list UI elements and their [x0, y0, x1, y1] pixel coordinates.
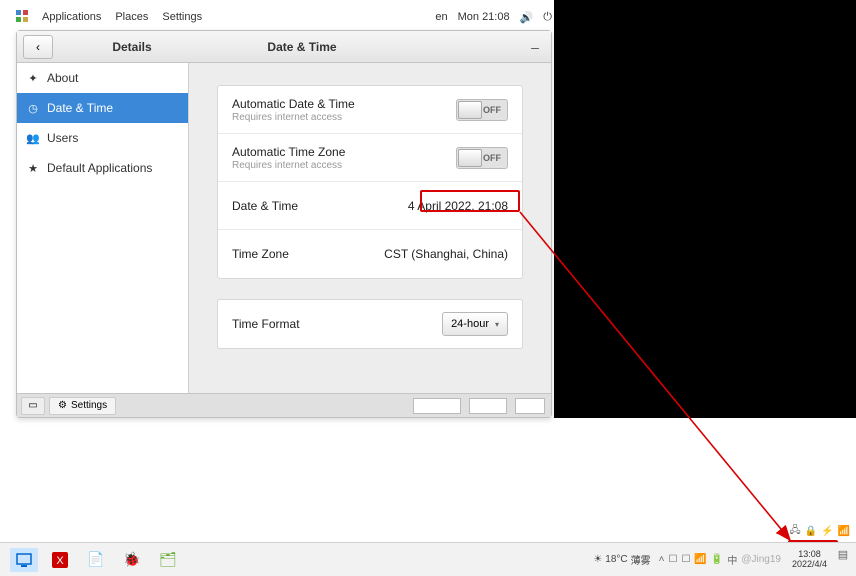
sidebar-item-label: Date & Time — [47, 101, 113, 115]
toggle-label: OFF — [483, 153, 501, 163]
taskbar-app-xshell[interactable]: X — [46, 548, 74, 572]
tray-watermark: @Jing19 — [741, 554, 781, 565]
tray-icon[interactable]: ☁ — [775, 526, 785, 537]
datetime-value: 4 April 2022, 21:08 — [408, 199, 508, 213]
weather-desc: 薄雾 — [631, 552, 651, 567]
clock[interactable]: Mon 21:08 — [458, 11, 510, 23]
time-format-dropdown[interactable]: 24-hour ▾ — [442, 312, 508, 336]
auto-datetime-toggle[interactable]: OFF — [456, 99, 508, 121]
row-auto-timezone[interactable]: Automatic Time Zone Requires internet ac… — [218, 134, 522, 182]
back-button[interactable]: ‹ — [23, 35, 53, 59]
volume-icon[interactable]: 🔊 — [520, 11, 534, 24]
tray-notifications-icon[interactable]: ▤ — [836, 548, 850, 572]
chevron-left-icon: ‹ — [36, 40, 40, 54]
dropdown-value: 24-hour — [451, 318, 489, 330]
desktop-background — [554, 0, 856, 418]
taskbar-app-green[interactable]: 🗂 — [154, 548, 182, 572]
footer-show-desktop-button[interactable]: ▭ — [21, 397, 45, 415]
sidebar-item-date-time[interactable]: ◷ Date & Time — [17, 93, 188, 123]
toggle-knob — [458, 101, 482, 119]
tray-wifi-icon[interactable]: 📶 — [694, 554, 706, 565]
users-icon: 👥 — [27, 132, 39, 144]
row-timezone[interactable]: Time Zone CST (Shanghai, China) — [218, 230, 522, 278]
menu-applications[interactable]: Applications — [42, 11, 101, 23]
row-time-format: Time Format 24-hour ▾ — [218, 300, 522, 348]
tray-clock[interactable]: 13:08 2022/4/4 — [787, 548, 832, 572]
taskbar-app-vm[interactable] — [10, 548, 38, 572]
format-panel: Time Format 24-hour ▾ — [217, 299, 523, 349]
about-icon: ✦ — [27, 72, 39, 84]
tray-clock-date: 2022/4/4 — [792, 560, 827, 570]
row-title: Time Format — [232, 317, 442, 331]
weather-icon: ☀ — [593, 554, 602, 565]
gear-icon: ⚙ — [58, 400, 67, 411]
tray-ime-icon[interactable]: 中 — [727, 552, 737, 567]
sidebar-item-default-apps[interactable]: ★ Default Applications — [17, 153, 188, 183]
row-subtitle: Requires internet access — [232, 112, 456, 123]
sidebar: ✦ About ◷ Date & Time 👥 Users ★ Default … — [17, 63, 189, 393]
content-pane: Automatic Date & Time Requires internet … — [189, 63, 551, 393]
gnome-topbar: Applications Places Settings en Mon 21:0… — [16, 10, 552, 24]
tray-icon[interactable]: ☐ — [681, 554, 690, 565]
tray-icons: ˄ ☐ ☐ 📶 🔋 中 @Jing19 — [659, 552, 781, 567]
svg-text:X: X — [56, 555, 64, 567]
row-auto-datetime[interactable]: Automatic Date & Time Requires internet … — [218, 86, 522, 134]
row-datetime[interactable]: Date & Time 4 April 2022, 21:08 — [218, 182, 522, 230]
menu-places[interactable]: Places — [115, 11, 148, 23]
row-title: Date & Time — [232, 199, 408, 213]
titlebar: ‹ Details Date & Time – — [17, 31, 551, 63]
auto-timezone-toggle[interactable]: OFF — [456, 147, 508, 169]
tray-icon[interactable]: 🔒 — [805, 526, 817, 537]
tray-chevron-up-icon[interactable]: ˄ — [659, 554, 665, 565]
tray-icon[interactable]: 🖧 — [789, 523, 800, 540]
footer-settings-tab[interactable]: ⚙ Settings — [49, 397, 116, 415]
tray-icon[interactable]: ⚡ — [821, 526, 833, 537]
tray-upper-row: ☁ 🖧 🔒 ⚡ 📶 — [775, 523, 850, 540]
sidebar-item-users[interactable]: 👥 Users — [17, 123, 188, 153]
sidebar-item-label: Users — [47, 131, 78, 145]
sidebar-item-label: Default Applications — [47, 161, 152, 175]
sidebar-item-about[interactable]: ✦ About — [17, 63, 188, 93]
window-footer: ▭ ⚙ Settings — [17, 393, 551, 417]
toggle-knob — [458, 149, 482, 167]
activities-icon — [16, 10, 28, 25]
row-title: Automatic Date & Time — [232, 97, 456, 111]
sidebar-item-label: About — [47, 71, 78, 85]
minimize-button[interactable]: – — [525, 37, 545, 57]
toggle-label: OFF — [483, 105, 501, 115]
settings-window: ‹ Details Date & Time – ✦ About ◷ Date &… — [16, 30, 552, 418]
row-subtitle: Requires internet access — [232, 160, 456, 171]
footer-box-1[interactable] — [413, 398, 461, 414]
row-title: Automatic Time Zone — [232, 145, 456, 159]
weather-temp: 18°C — [605, 554, 627, 565]
tray-icon[interactable]: 📶 — [838, 526, 850, 537]
clock-icon: ◷ — [27, 102, 39, 114]
taskbar-app-notepad[interactable]: 📄 — [82, 548, 110, 572]
row-title: Time Zone — [232, 247, 384, 261]
power-icon[interactable]: ⏻ — [543, 11, 552, 24]
taskbar-app-red[interactable]: 🐞 — [118, 548, 146, 572]
tray-icon[interactable]: ☐ — [668, 554, 677, 565]
keyboard-lang[interactable]: en — [435, 11, 447, 23]
datetime-panel: Automatic Date & Time Requires internet … — [217, 85, 523, 279]
tray-battery-icon[interactable]: 🔋 — [711, 554, 723, 565]
footer-box-3[interactable] — [515, 398, 545, 414]
footer-tab-label: Settings — [71, 400, 107, 411]
taskbar-weather[interactable]: ☀ 18°C 薄雾 — [593, 552, 650, 567]
menu-settings[interactable]: Settings — [162, 11, 202, 23]
chevron-down-icon: ▾ — [495, 320, 499, 329]
timezone-value: CST (Shanghai, China) — [384, 247, 508, 261]
title-details: Details — [77, 40, 187, 54]
footer-box-2[interactable] — [469, 398, 507, 414]
host-taskbar: X 📄 🐞 🗂 ☀ 18°C 薄雾 ˄ ☐ ☐ 📶 🔋 中 @Jing19 13… — [0, 542, 856, 576]
star-icon: ★ — [27, 162, 39, 174]
